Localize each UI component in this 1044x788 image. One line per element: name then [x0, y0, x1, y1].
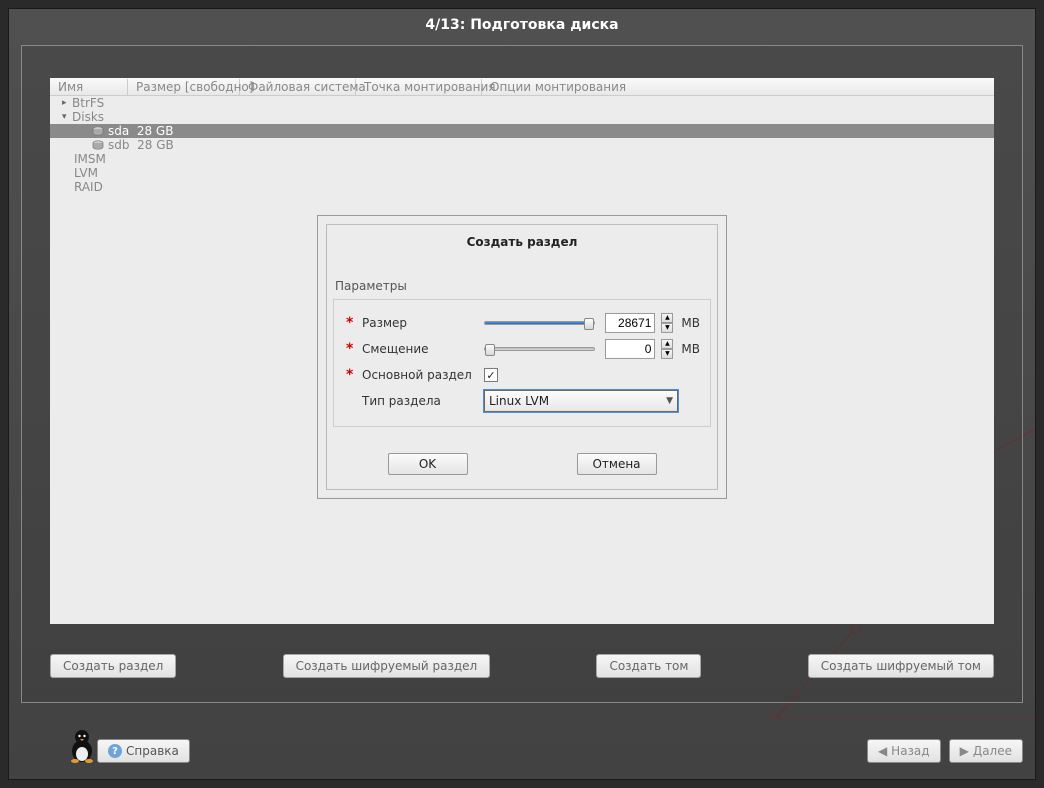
offset-label: Смещение [362, 342, 478, 356]
primary-label: Основной раздел [362, 368, 478, 382]
size-label: Размер [362, 316, 478, 330]
required-star: * [346, 341, 356, 357]
tree-row[interactable]: sda 28 GB [50, 124, 994, 138]
help-button[interactable]: ? Справка [97, 739, 190, 763]
create-encrypted-partition-button[interactable]: Создать шифруемый раздел [283, 654, 491, 678]
tree-row[interactable]: LVM [50, 166, 994, 180]
logo [29, 725, 99, 765]
create-encrypted-volume-button[interactable]: Создать шифруемый том [808, 654, 994, 678]
tree-row[interactable]: sdb 28 GB [50, 138, 994, 152]
size-input[interactable] [605, 313, 655, 333]
create-partition-dialog: Создать раздел Параметры * Размер ▲▼ MB [317, 215, 727, 499]
main-panel: Имя Размер [свободно] Файловая система Т… [21, 45, 1023, 703]
size-unit: MB [681, 316, 700, 330]
tree-row[interactable]: IMSM [50, 152, 994, 166]
cancel-button[interactable]: Отмена [577, 453, 657, 475]
chevron-right-icon: ▶ [960, 744, 969, 758]
chevron-left-icon: ◀ [878, 744, 887, 758]
tree-row[interactable]: ▾Disks [50, 110, 994, 124]
offset-input[interactable] [605, 339, 655, 359]
back-button[interactable]: ◀ Назад [867, 739, 941, 763]
required-star: * [346, 367, 356, 383]
offset-slider[interactable] [484, 347, 595, 351]
chevron-down-icon: ▼ [666, 396, 673, 406]
tree-row[interactable]: RAID [50, 180, 994, 194]
create-partition-button[interactable]: Создать раздел [50, 654, 176, 678]
dialog-title: Создать раздел [333, 231, 711, 277]
page-title: 4/13: Подготовка диска [9, 9, 1035, 41]
required-star: * [346, 315, 356, 331]
tree-header: Имя Размер [свободно] Файловая система Т… [50, 78, 994, 96]
offset-spinner[interactable]: ▲▼ [661, 339, 673, 359]
disk-icon [92, 139, 104, 151]
type-label: Тип раздела [362, 394, 478, 408]
primary-checkbox[interactable]: ✓ [484, 368, 498, 382]
params-heading: Параметры [335, 279, 711, 293]
next-button[interactable]: ▶ Далее [949, 739, 1023, 763]
offset-unit: MB [681, 342, 700, 356]
disk-icon [92, 125, 104, 137]
tree-row[interactable]: ▸BtrFS [50, 96, 994, 110]
ok-button[interactable]: OK [388, 453, 468, 475]
create-volume-button[interactable]: Создать том [596, 654, 701, 678]
partition-type-select[interactable]: Linux LVM ▼ [484, 390, 678, 412]
size-slider[interactable] [484, 321, 595, 325]
size-spinner[interactable]: ▲▼ [661, 313, 673, 333]
help-icon: ? [108, 744, 122, 758]
